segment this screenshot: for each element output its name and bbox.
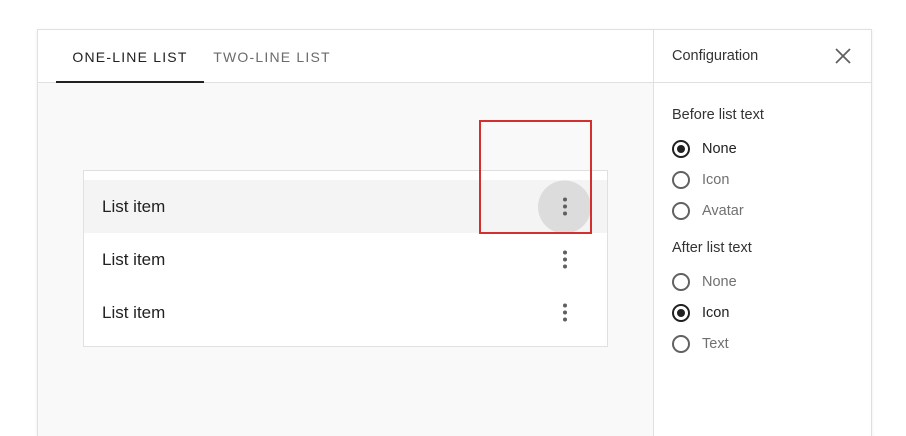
radio-checked-icon[interactable] [672, 139, 690, 158]
demo-frame: ONE-LINE LIST TWO-LINE LIST List item Li… [37, 29, 872, 436]
more-options-button[interactable] [538, 286, 591, 339]
tab-label: TWO-LINE LIST [213, 48, 331, 65]
radio-unchecked-icon[interactable] [672, 170, 690, 189]
configuration-panel: Configuration Before list text None Icon… [653, 30, 871, 436]
close-icon [835, 48, 851, 64]
close-button[interactable] [831, 44, 855, 68]
radio-after-icon[interactable]: Icon [672, 297, 871, 328]
radio-label: Icon [702, 304, 730, 321]
list-item[interactable]: List item [84, 233, 607, 286]
list-item[interactable]: List item [84, 180, 607, 233]
one-line-list: List item List item List item [83, 170, 608, 347]
radio-unchecked-icon[interactable] [672, 334, 690, 353]
radio-after-none[interactable]: None [672, 266, 871, 297]
list-stage: List item List item List item [38, 83, 653, 436]
more-options-button[interactable] [538, 180, 591, 233]
more-options-button[interactable] [538, 233, 591, 286]
list-item-label: List item [102, 302, 166, 322]
radio-before-avatar[interactable]: Avatar [672, 195, 871, 226]
radio-checked-icon[interactable] [672, 303, 690, 322]
more-vert-icon [562, 303, 567, 322]
section-title: Before list text [672, 107, 764, 123]
radio-unchecked-icon[interactable] [672, 272, 690, 291]
tab-one-line-list[interactable]: ONE-LINE LIST [56, 30, 204, 83]
after-list-text-section: After list text None Icon Text [654, 240, 871, 359]
radio-label: Icon [702, 171, 730, 188]
more-vert-icon [562, 197, 567, 216]
radio-label: Text [702, 335, 729, 352]
list-item-label: List item [102, 249, 166, 269]
radio-after-text[interactable]: Text [672, 328, 871, 359]
radio-unchecked-icon[interactable] [672, 201, 690, 220]
radio-label: None [702, 273, 737, 290]
radio-before-icon[interactable]: Icon [672, 164, 871, 195]
tab-label: ONE-LINE LIST [72, 48, 188, 65]
list-item[interactable]: List item [84, 286, 607, 339]
configuration-header: Configuration [654, 30, 871, 83]
radio-label: Avatar [702, 202, 744, 219]
radio-label: None [702, 140, 737, 157]
tab-bar: ONE-LINE LIST TWO-LINE LIST [38, 30, 653, 83]
before-list-text-section: Before list text None Icon Avatar [654, 107, 871, 226]
list-demo: ONE-LINE LIST TWO-LINE LIST List item Li… [38, 30, 653, 436]
tab-two-line-list[interactable]: TWO-LINE LIST [204, 30, 340, 83]
configuration-title: Configuration [672, 48, 759, 64]
more-vert-icon [562, 250, 567, 269]
section-title: After list text [672, 240, 752, 256]
list-item-label: List item [102, 196, 166, 216]
radio-before-none[interactable]: None [672, 133, 871, 164]
